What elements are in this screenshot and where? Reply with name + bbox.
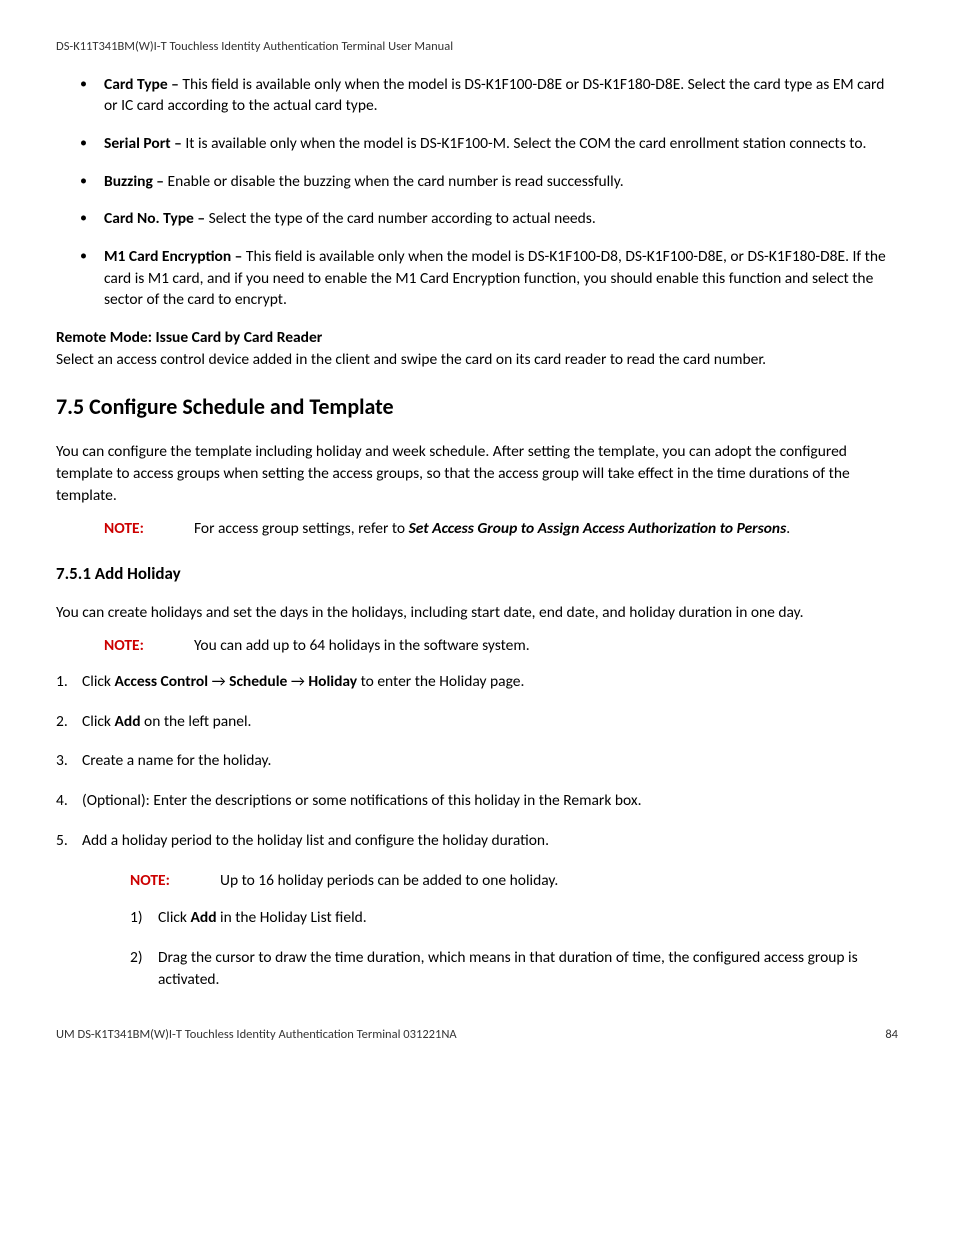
note-pre: For access group settings, refer to — [194, 519, 409, 538]
step-arrow: → — [208, 672, 229, 691]
list-item: Card Type – This field is available only… — [80, 74, 898, 117]
step-item: (Optional): Enter the descriptions or so… — [56, 790, 898, 812]
note-label: NOTE: — [104, 518, 194, 540]
bullet-text: Enable or disable the buzzing when the c… — [168, 172, 624, 191]
remote-mode-title: Remote Mode: Issue Card by Card Reader — [56, 328, 322, 347]
remote-mode-text: Select an access control device added in… — [56, 350, 766, 369]
step-arrow: → — [287, 672, 308, 691]
bullet-list: Card Type – This field is available only… — [56, 74, 898, 312]
step-text: Click — [82, 712, 114, 731]
note-ref: Set Access Group to Assign Access Author… — [409, 519, 787, 538]
list-item: Card No. Type – Select the type of the c… — [80, 208, 898, 230]
subsection-intro: You can create holidays and set the days… — [56, 602, 898, 624]
step-item: Click Access Control → Schedule → Holida… — [56, 671, 898, 693]
note-text: Up to 16 holiday periods can be added to… — [220, 870, 898, 892]
subsection-heading: 7.5.1 Add Holiday — [56, 562, 898, 586]
step-text: Add a holiday period to the holiday list… — [82, 831, 549, 850]
note-block: NOTE: You can add up to 64 holidays in t… — [104, 635, 898, 657]
section-heading: 7.5 Configure Schedule and Template — [56, 392, 898, 423]
bullet-text: Select the type of the card number accor… — [209, 209, 596, 228]
step-bold: Add — [114, 712, 140, 731]
note-label: NOTE: — [130, 870, 220, 892]
list-item: Buzzing – Enable or disable the buzzing … — [80, 171, 898, 193]
numbered-steps: Click Access Control → Schedule → Holida… — [56, 671, 898, 990]
substep-item: Drag the cursor to draw the time duratio… — [130, 947, 898, 990]
list-item: M1 Card Encryption – This field is avail… — [80, 246, 898, 311]
note-block: NOTE: For access group settings, refer t… — [104, 518, 898, 540]
step-text: on the left panel. — [141, 712, 252, 731]
note-text: For access group settings, refer to Set … — [194, 518, 898, 540]
substep-text: Click — [158, 908, 190, 927]
section-intro: You can configure the template including… — [56, 441, 898, 506]
step-text: Click — [82, 672, 114, 691]
substep-text: in the Holiday List field. — [217, 908, 367, 927]
substep-item: Click Add in the Holiday List field. — [130, 907, 898, 929]
step-text: to enter the Holiday page. — [357, 672, 524, 691]
list-item: Serial Port – It is available only when … — [80, 133, 898, 155]
page-footer: UM DS-K1T341BM(W)I-T Touchless Identity … — [56, 1026, 898, 1044]
step-item: Create a name for the holiday. — [56, 750, 898, 772]
note-block: NOTE: Up to 16 holiday periods can be ad… — [130, 870, 898, 892]
footer-page-number: 84 — [885, 1026, 898, 1044]
bullet-label: Card Type – — [104, 75, 182, 94]
sub-steps: Click Add in the Holiday List field. Dra… — [82, 907, 898, 990]
bullet-label: M1 Card Encryption – — [104, 247, 246, 266]
note-post: . — [786, 519, 790, 538]
bullet-text: This field is available only when the mo… — [104, 75, 884, 116]
bullet-label: Card No. Type – — [104, 209, 209, 228]
bullet-text: It is available only when the model is D… — [185, 134, 866, 153]
footer-left: UM DS-K1T341BM(W)I-T Touchless Identity … — [56, 1026, 457, 1044]
step-bold: Access Control — [114, 672, 208, 691]
step-bold: Holiday — [308, 672, 357, 691]
step-bold: Schedule — [229, 672, 287, 691]
note-label: NOTE: — [104, 635, 194, 657]
substep-bold: Add — [190, 908, 216, 927]
step-item: Add a holiday period to the holiday list… — [56, 830, 898, 990]
step-item: Click Add on the left panel. — [56, 711, 898, 733]
remote-mode-para: Remote Mode: Issue Card by Card Reader S… — [56, 327, 898, 370]
page-header: DS-K11T341BM(W)I-T Touchless Identity Au… — [56, 38, 898, 56]
bullet-label: Buzzing – — [104, 172, 168, 191]
note-text: You can add up to 64 holidays in the sof… — [194, 635, 898, 657]
bullet-label: Serial Port – — [104, 134, 185, 153]
